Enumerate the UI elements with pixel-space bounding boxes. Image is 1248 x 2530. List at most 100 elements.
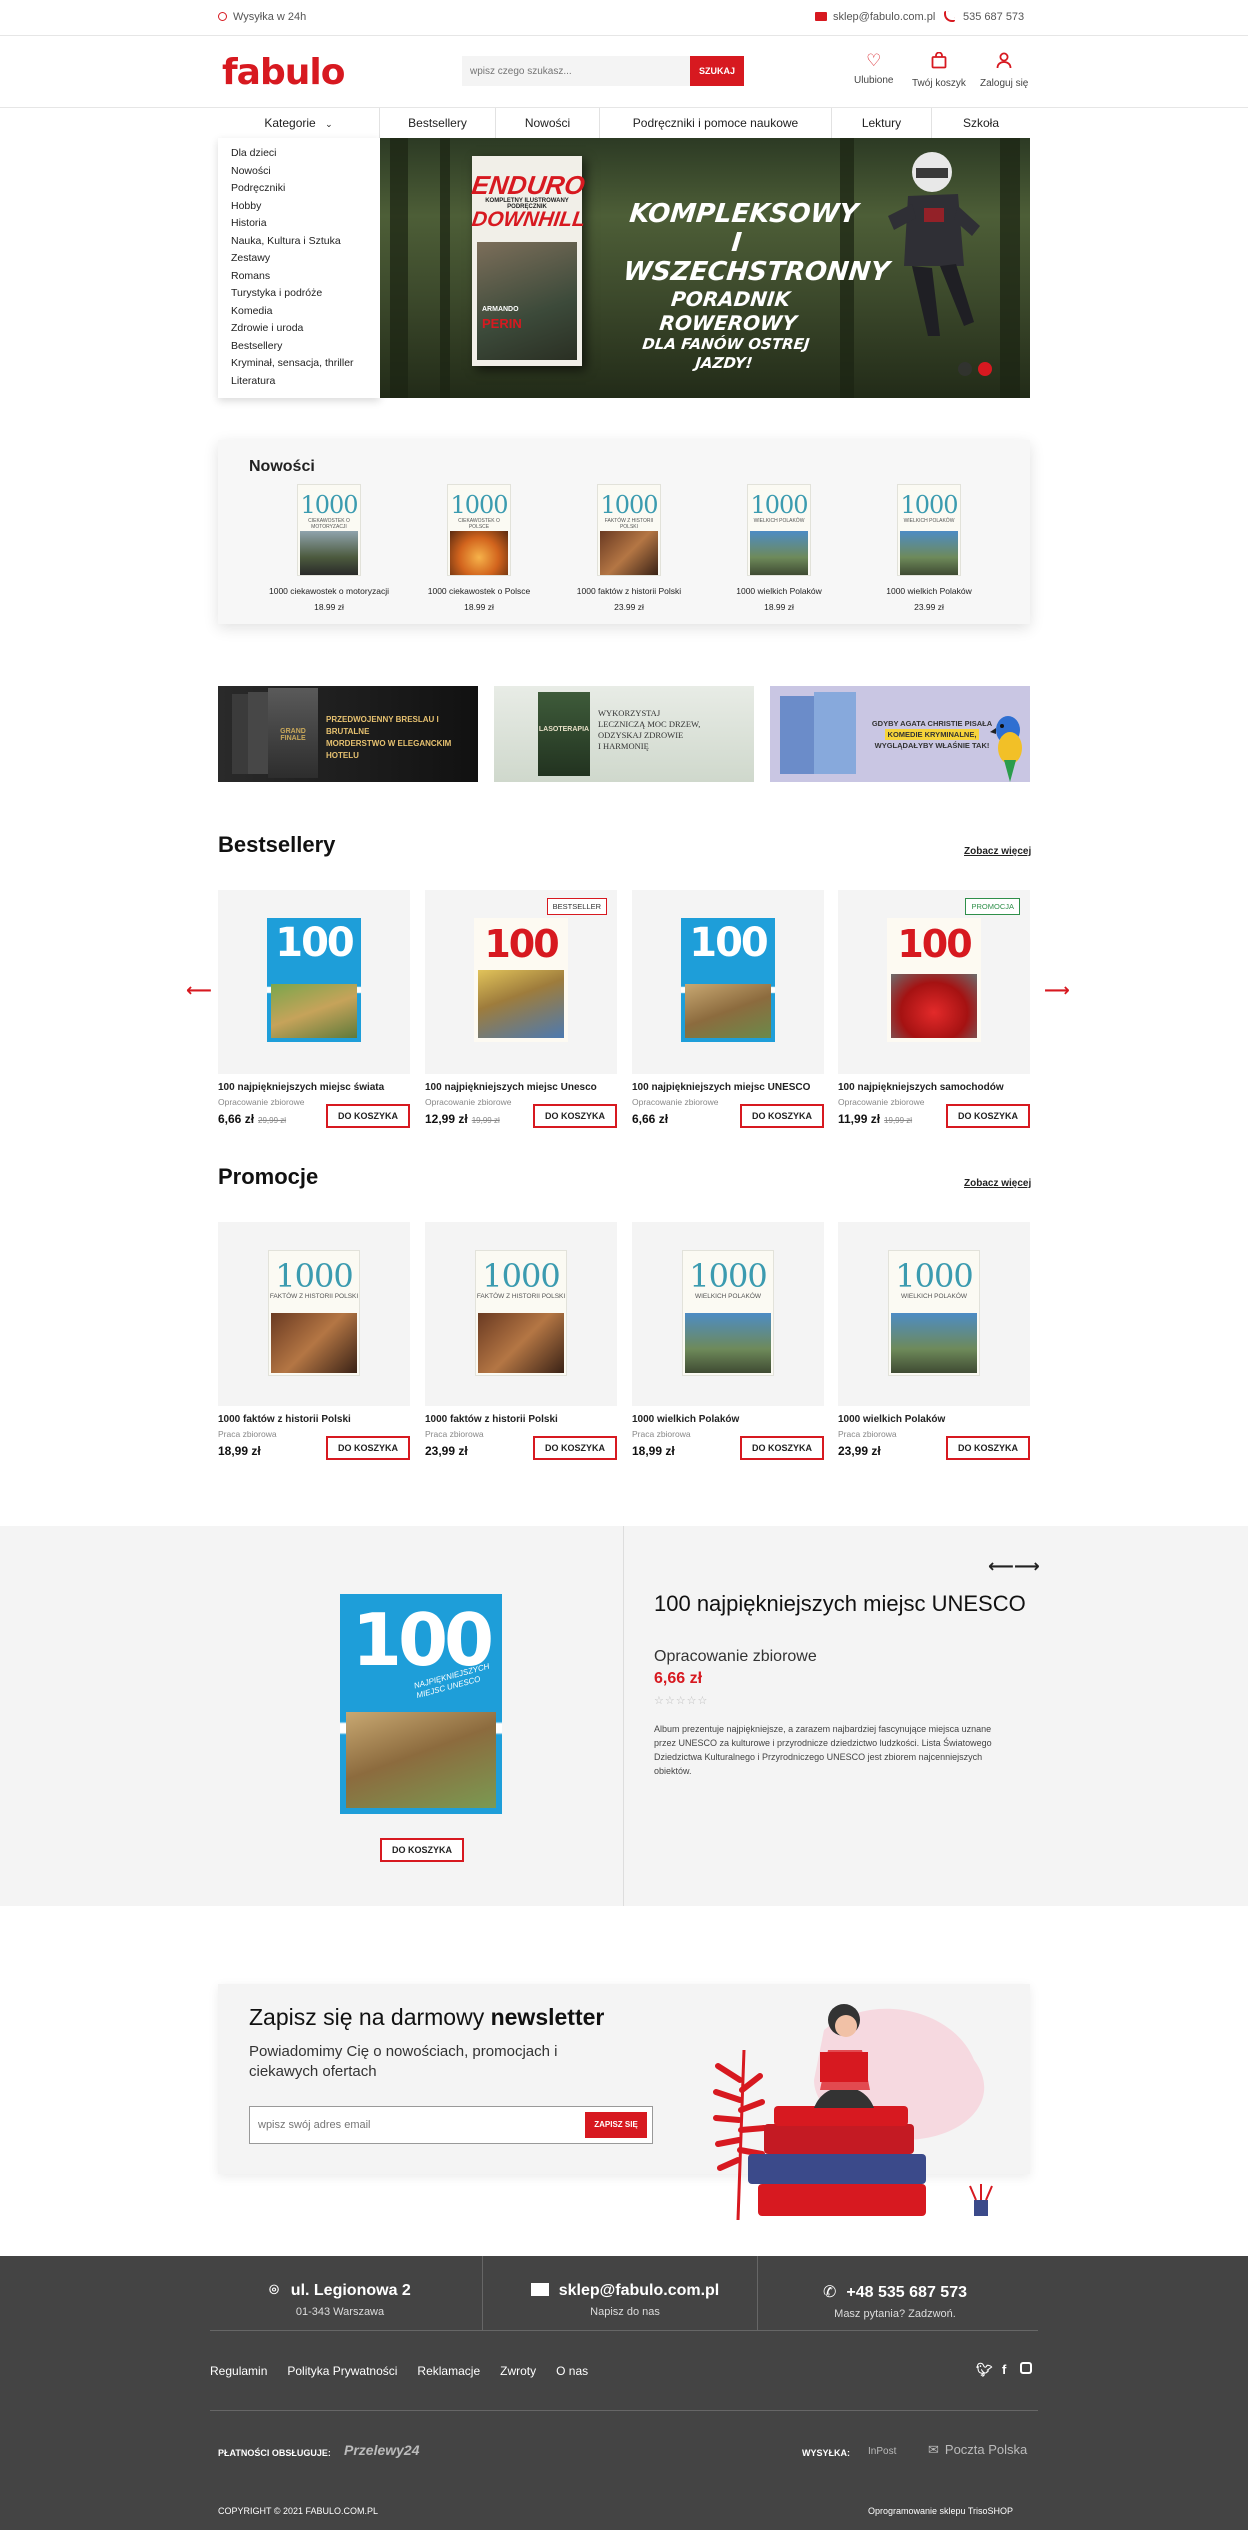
promotions-more-link[interactable]: Zobacz więcej [964, 1178, 1031, 1189]
category-item[interactable]: Zestawy [231, 252, 270, 264]
category-item[interactable]: Romans [231, 270, 270, 282]
nav-school[interactable]: Szkoła [932, 108, 1030, 138]
add-to-cart-button[interactable]: DO KOSZYKA [740, 1104, 824, 1128]
footer-link-privacy[interactable]: Polityka Prywatności [287, 2364, 397, 2378]
product-image[interactable]: 1000 FAKTÓW Z HISTORII POLSKI [218, 1222, 410, 1406]
product-card[interactable]: 1000 WIELKICH POLAKÓW 1000 wielkich Polak… [838, 1222, 1030, 1460]
product-image[interactable]: 1000 WIELKICH POLAKÓW [838, 1222, 1030, 1406]
add-to-cart-button[interactable]: DO KOSZYKA [533, 1104, 617, 1128]
product-image[interactable]: 100 [218, 890, 410, 1074]
product-title[interactable]: 100 najpiękniejszych samochodów [838, 1082, 1030, 1093]
book-title[interactable]: 1000 ciekawostek o Polsce [410, 586, 548, 596]
footer-link-complaints[interactable]: Reklamacje [417, 2364, 480, 2378]
book-cover[interactable]: 1000 WIELKICH POLAKÓW [747, 484, 811, 576]
book-cover[interactable]: 1000 CIEKAWOSTEK O POLSCE [447, 484, 511, 576]
category-item[interactable]: Komedia [231, 305, 272, 317]
hero-slider[interactable]: ENDURO KOMPLETNY ILUSTROWANY PODRĘCZNIK … [380, 138, 1030, 398]
product-title[interactable]: 100 najpiękniejszych miejsc UNESCO [632, 1082, 824, 1093]
category-item[interactable]: Hobby [231, 200, 261, 212]
product-card[interactable]: 100 100 najpiękniejszych miejsc świata O… [218, 890, 410, 1128]
add-to-cart-button[interactable]: DO KOSZYKA [326, 1436, 410, 1460]
add-to-cart-button[interactable]: DO KOSZYKA [326, 1104, 410, 1128]
promo-banner-christie[interactable]: GDYBY AGATA CHRISTIE PISAŁA KOMEDIE KRYMI… [770, 686, 1030, 782]
favorites-link[interactable]: ♡ Ulubione [854, 52, 893, 87]
footer-link-terms[interactable]: Regulamin [210, 2364, 267, 2378]
new-release-item[interactable]: 1000 CIEKAWOSTEK O POLSCE 1000 ciekawoste… [410, 484, 548, 612]
nav-news[interactable]: Nowości [496, 108, 600, 138]
phone-text[interactable]: +48 535 687 573 [846, 2284, 967, 2301]
category-item[interactable]: Dla dzieci [231, 147, 277, 159]
nav-readings[interactable]: Lektury [832, 108, 932, 138]
book-cover[interactable]: 1000 CIEKAWOSTEK O MOTORYZACJI [297, 484, 361, 576]
new-release-item[interactable]: 1000 WIELKICH POLAKÓW 1000 wielkich Polak… [710, 484, 848, 612]
product-card[interactable]: 1000 WIELKICH POLAKÓW 1000 wielkich Polak… [632, 1222, 824, 1460]
book-title[interactable]: 1000 wielkich Polaków [710, 586, 848, 596]
bestsellers-more-link[interactable]: Zobacz więcej [964, 846, 1031, 857]
product-image[interactable]: 100 [632, 890, 824, 1074]
product-card[interactable]: 100 100 najpiękniejszych miejsc UNESCO O… [632, 890, 824, 1128]
category-item[interactable]: Historia [231, 217, 267, 229]
product-title[interactable]: 100 najpiękniejszych miejsc świata [218, 1082, 410, 1093]
book-title[interactable]: 1000 ciekawostek o motoryzacji [260, 586, 398, 596]
instagram-icon[interactable] [1020, 2362, 1032, 2377]
product-image[interactable]: 1000 FAKTÓW Z HISTORII POLSKI [425, 1222, 617, 1406]
top-phone-text[interactable]: 535 687 573 [963, 11, 1024, 23]
rating-stars[interactable]: ☆☆☆☆☆ [654, 1694, 708, 1707]
credits-link[interactable]: Oprogramowanie sklepu TrisoSHOP [868, 2506, 1013, 2516]
arrow-left-icon[interactable]: ⟵ [186, 980, 212, 1001]
add-to-cart-button[interactable]: DO KOSZYKA [946, 1104, 1030, 1128]
footer-phone[interactable]: ✆ +48 535 687 573 Masz pytania? Zadzwoń. [795, 2282, 995, 2320]
category-item[interactable]: Nowości [231, 165, 271, 177]
add-to-cart-button[interactable]: DO KOSZYKA [946, 1436, 1030, 1460]
product-title[interactable]: 1000 faktów z historii Polski [425, 1414, 617, 1425]
category-item[interactable]: Nauka, Kultura i Sztuka [231, 235, 341, 247]
product-image[interactable]: 1000 WIELKICH POLAKÓW [632, 1222, 824, 1406]
book-cover[interactable]: 1000 WIELKICH POLAKÓW [897, 484, 961, 576]
promo-banner-breslau[interactable]: GRAND FINALE PRZEDWOJENNY BRESLAU I BRUT… [218, 686, 478, 782]
featured-book-cover[interactable]: 100 NAJPIĘKNIEJSZYCH MIEJSC UNESCO [340, 1594, 502, 1814]
product-image[interactable]: BESTSELLER 100 [425, 890, 617, 1074]
top-email-text[interactable]: sklep@fabulo.com.pl [833, 11, 935, 23]
category-item[interactable]: Kryminał, sensacja, thriller [231, 357, 354, 369]
nav-textbooks[interactable]: Podręczniki i pomoce naukowe [600, 108, 832, 138]
top-phone[interactable]: 535 687 573 [944, 11, 1024, 23]
new-release-item[interactable]: 1000 FAKTÓW Z HISTORII POLSKI 1000 faktów… [560, 484, 698, 612]
product-title[interactable]: 100 najpiękniejszych miejsc Unesco [425, 1082, 617, 1093]
nav-bestsellers[interactable]: Bestsellery [380, 108, 496, 138]
featured-title[interactable]: 100 najpiękniejszych miejsc UNESCO [654, 1590, 1034, 1618]
product-card[interactable]: 1000 FAKTÓW Z HISTORII POLSKI 1000 faktów… [425, 1222, 617, 1460]
product-image[interactable]: PROMOCJA 100 [838, 890, 1030, 1074]
search-input[interactable] [462, 56, 690, 86]
new-release-item[interactable]: 1000 WIELKICH POLAKÓW 1000 wielkich Polak… [860, 484, 998, 612]
email-text[interactable]: sklep@fabulo.com.pl [559, 2282, 720, 2299]
category-item[interactable]: Zdrowie i uroda [231, 322, 303, 334]
book-title[interactable]: 1000 faktów z historii Polski [560, 586, 698, 596]
product-title[interactable]: 1000 faktów z historii Polski [218, 1414, 410, 1425]
add-to-cart-button[interactable]: DO KOSZYKA [533, 1436, 617, 1460]
product-title[interactable]: 1000 wielkich Polaków [838, 1414, 1030, 1425]
hero-book-cover[interactable]: ENDURO KOMPLETNY ILUSTROWANY PODRĘCZNIK … [470, 156, 587, 366]
product-card[interactable]: 1000 FAKTÓW Z HISTORII POLSKI 1000 faktów… [218, 1222, 410, 1460]
slider-dot[interactable] [958, 362, 972, 376]
category-item[interactable]: Literatura [231, 375, 275, 387]
subscribe-button[interactable]: ZAPISZ SIĘ [585, 2112, 647, 2138]
arrow-right-icon[interactable]: ⟶ [1014, 1556, 1040, 1577]
category-item[interactable]: Podręczniki [231, 182, 285, 194]
promo-banner-lasoterapia[interactable]: LASOTERAPIA WYKORZYSTAJ LECZNICZĄ MOC DRZ… [494, 686, 754, 782]
search-button[interactable]: SZUKAJ [690, 56, 744, 86]
facebook-icon[interactable]: f [1002, 2362, 1006, 2377]
add-to-cart-button[interactable]: DO KOSZYKA [380, 1838, 464, 1862]
top-email[interactable]: sklep@fabulo.com.pl [815, 11, 935, 23]
book-title[interactable]: 1000 wielkich Polaków [860, 586, 998, 596]
category-item[interactable]: Bestsellery [231, 340, 282, 352]
product-card[interactable]: PROMOCJA 100 100 najpiękniejszych samoch… [838, 890, 1030, 1128]
cart-link[interactable]: Twój koszyk [912, 51, 966, 89]
new-release-item[interactable]: 1000 CIEKAWOSTEK O MOTORYZACJI 1000 cieka… [260, 484, 398, 612]
nav-categories[interactable]: Kategorie ⌄ [218, 108, 380, 138]
logo[interactable]: fabulo [222, 52, 345, 93]
category-item[interactable]: Turystyka i podróże [231, 287, 322, 299]
product-card[interactable]: BESTSELLER 100 100 najpiękniejszych miej… [425, 890, 617, 1128]
arrow-left-icon[interactable]: ⟵ [988, 1556, 1014, 1577]
footer-link-about[interactable]: O nas [556, 2364, 588, 2378]
add-to-cart-button[interactable]: DO KOSZYKA [740, 1436, 824, 1460]
